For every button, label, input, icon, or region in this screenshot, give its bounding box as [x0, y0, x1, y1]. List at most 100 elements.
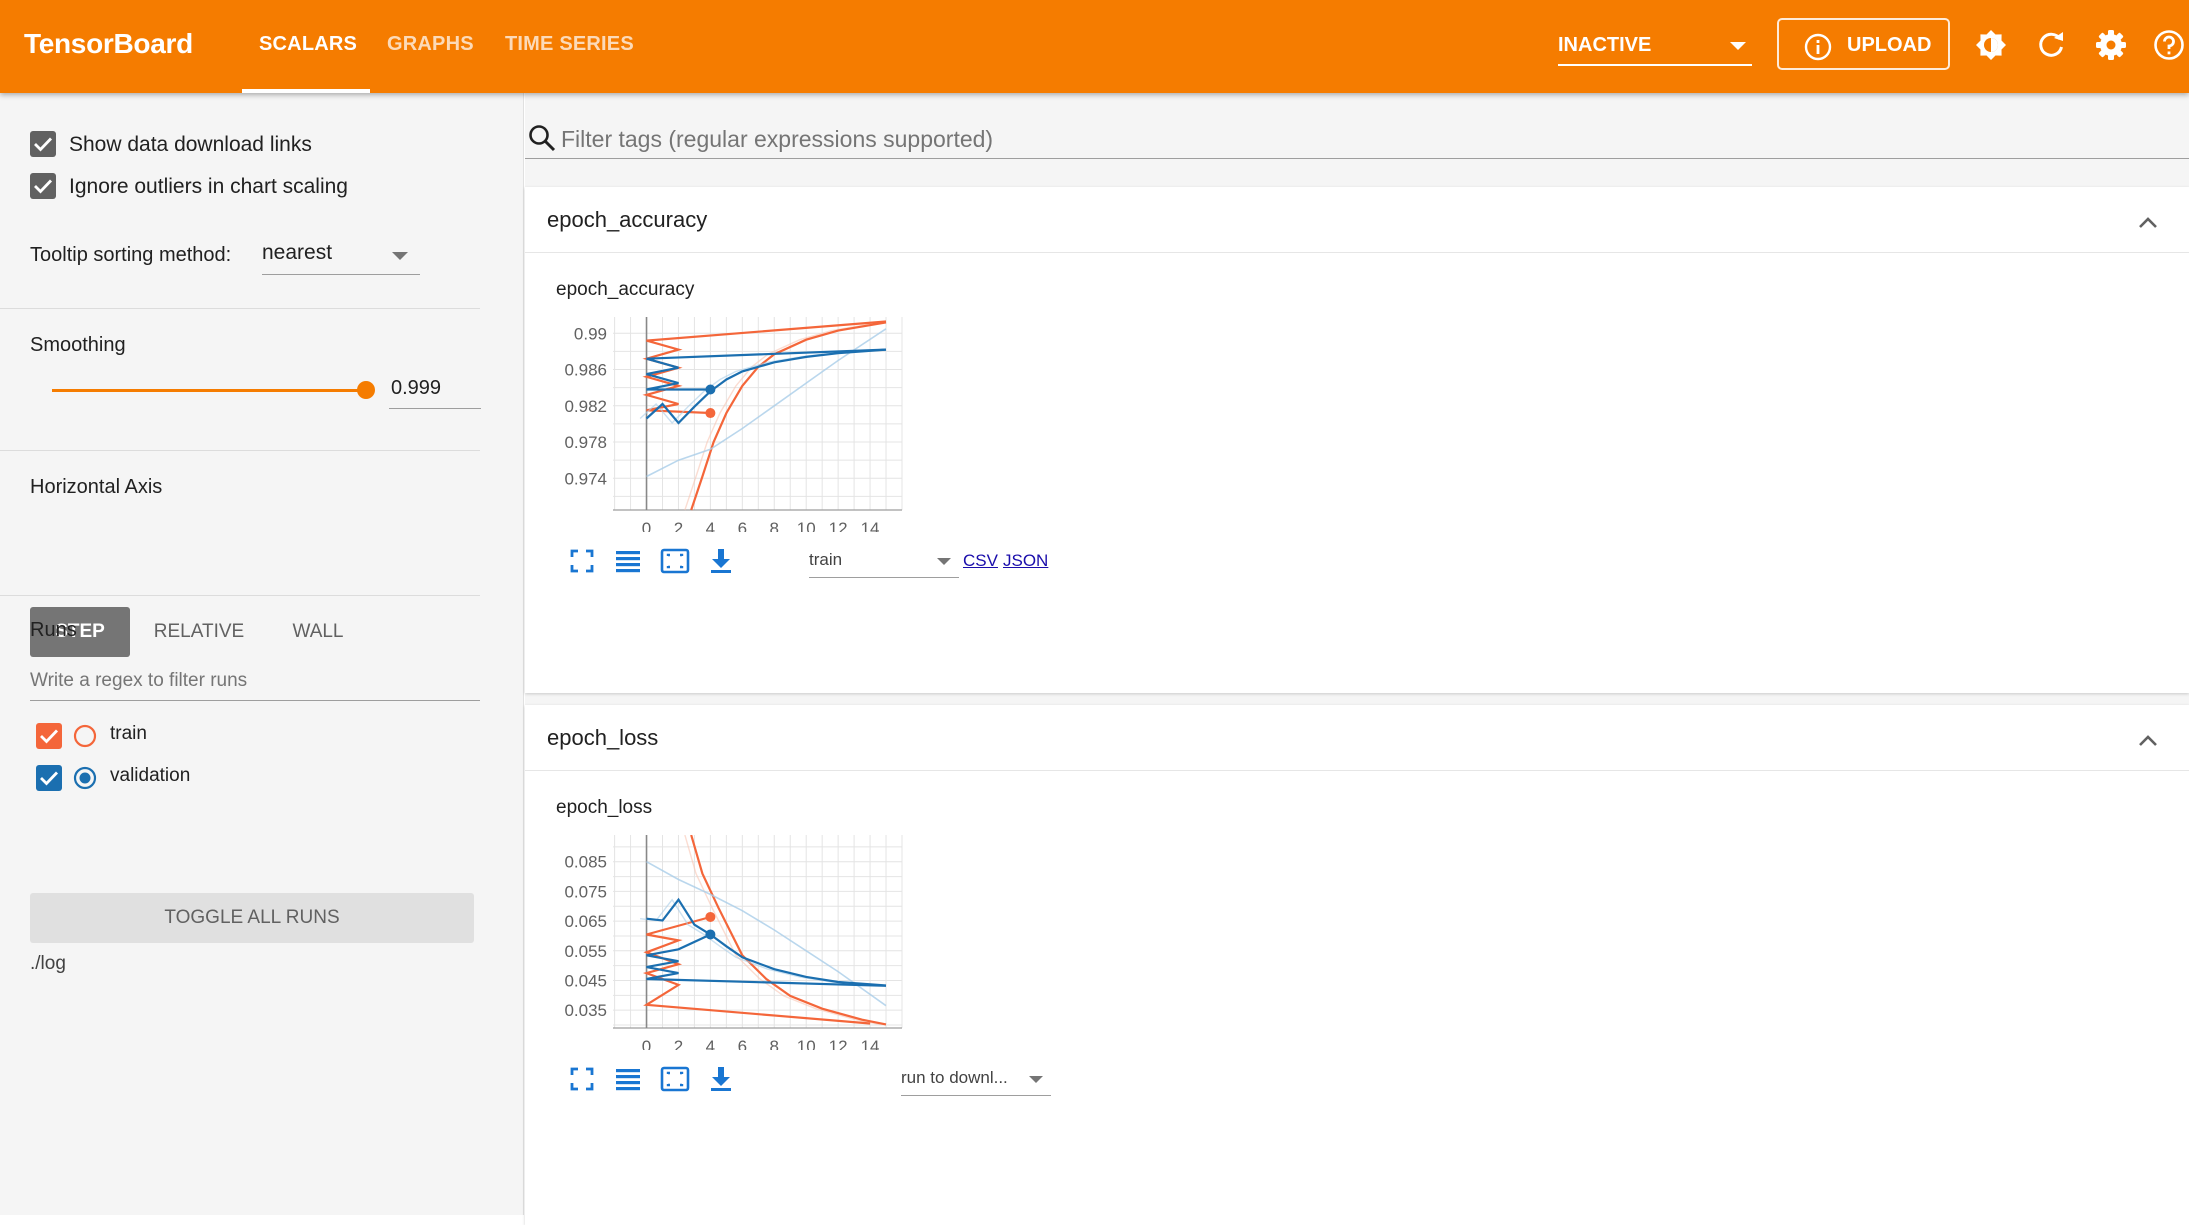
download-csv-link[interactable]: CSV: [963, 551, 998, 571]
chart-title: epoch_accuracy: [556, 279, 695, 300]
series-validation-point: [705, 384, 716, 395]
help-icon[interactable]: [2152, 28, 2186, 62]
sidebar: Show data download links Ignore outliers…: [0, 93, 524, 1215]
run-validation-label: validation: [110, 765, 191, 786]
smoothing-slider[interactable]: [52, 379, 378, 401]
smoothing-value-input[interactable]: 0.999: [389, 369, 481, 409]
x-tick-label: 6: [738, 519, 747, 532]
x-tick-label: 0: [642, 519, 651, 532]
y-tick-label: 0.035: [564, 1001, 607, 1020]
divider: [0, 595, 480, 596]
smoothing-value: 0.999: [391, 377, 442, 399]
download-json-link[interactable]: JSON: [1003, 551, 1048, 571]
app-brand: TensorBoard: [24, 28, 193, 59]
tag-filter[interactable]: Filter tags (regular expressions support…: [525, 115, 2189, 159]
tooltip-sorting-label: Tooltip sorting method:: [30, 244, 232, 266]
settings-gear-icon[interactable]: [2094, 28, 2128, 62]
download-run-select[interactable]: train: [809, 544, 959, 578]
download-icon[interactable]: [706, 546, 736, 576]
tooltip-sorting-value: nearest: [262, 241, 333, 264]
ignore-outliers-checkbox[interactable]: [30, 173, 56, 199]
x-tick-label: 10: [797, 519, 816, 532]
tab-graphs[interactable]: GRAPHS: [387, 33, 474, 56]
series-train-point: [705, 408, 716, 419]
checkmark-icon: [40, 729, 59, 744]
y-tick-label: 0.075: [564, 882, 607, 901]
top-app-bar: TensorBoard SCALARS GRAPHS TIME SERIES I…: [0, 0, 2189, 93]
dashboard-select[interactable]: INACTIVE: [1558, 24, 1752, 66]
active-tab-indicator: [242, 89, 370, 93]
accuracy-chart[interactable]: 0.974 0.978 0.982 0.986 0.99 0 2 4 6 8 10 12 14: [525, 317, 1085, 532]
fullscreen-icon[interactable]: [567, 1064, 597, 1094]
x-tick-label: 2: [674, 519, 683, 532]
run-train-checkbox[interactable]: [36, 723, 62, 749]
checkmark-icon: [34, 137, 53, 152]
axis-relative-button[interactable]: RELATIVE: [146, 607, 252, 657]
ignore-outliers-label: Ignore outliers in chart scaling: [69, 175, 348, 198]
chevron-down-icon: [937, 558, 951, 565]
download-run-value: run to downl...: [901, 1068, 1008, 1087]
series-train-line: [690, 835, 887, 1026]
download-icon[interactable]: [706, 1064, 736, 1094]
x-tick-label: 0: [642, 1037, 651, 1050]
fullscreen-icon[interactable]: [567, 546, 597, 576]
y-tick-label: 0.99: [574, 324, 607, 343]
x-tick-label: 8: [770, 1037, 779, 1050]
checkmark-icon: [40, 771, 59, 786]
category-card-loss: epoch_loss epoch_loss 0.035 0.045 0.055 0.0…: [525, 705, 2189, 1225]
toggle-log-scale-icon[interactable]: [613, 1064, 643, 1094]
fit-domain-icon[interactable]: [660, 546, 690, 576]
series-validation-point: [705, 929, 716, 940]
x-tick-label: 10: [797, 1037, 816, 1050]
upload-button[interactable]: UPLOAD: [1777, 18, 1950, 70]
toggle-log-scale-icon[interactable]: [613, 546, 643, 576]
slider-thumb[interactable]: [357, 381, 375, 399]
y-tick-label: 0.045: [564, 971, 607, 990]
y-tick-label: 0.978: [564, 433, 607, 452]
series-validation-line: [646, 897, 887, 987]
refresh-icon[interactable]: [2034, 28, 2068, 62]
horizontal-axis-label: Horizontal Axis: [30, 476, 163, 498]
brightness-icon[interactable]: [1974, 28, 2008, 62]
x-tick-label: 14: [861, 1037, 880, 1050]
y-tick-label: 0.982: [564, 397, 607, 416]
tag-filter-placeholder: Filter tags (regular expressions support…: [561, 126, 994, 152]
divider: [0, 450, 480, 451]
run-validation-color-radio[interactable]: [73, 766, 97, 790]
runs-filter-input[interactable]: [30, 661, 480, 701]
x-tick-label: 6: [738, 1037, 747, 1050]
log-dir-label: ./log: [30, 953, 66, 974]
tab-time-series[interactable]: TIME SERIES: [505, 33, 634, 56]
card-title: epoch_accuracy: [547, 207, 708, 232]
smoothing-label: Smoothing: [30, 334, 126, 356]
chevron-up-icon[interactable]: [2137, 215, 2159, 229]
upload-button-label: UPLOAD: [1847, 34, 1932, 56]
chevron-down-icon: [1730, 42, 1746, 50]
chevron-up-icon[interactable]: [2137, 733, 2159, 747]
x-tick-label: 4: [706, 1037, 715, 1050]
card-header[interactable]: epoch_loss: [525, 705, 2189, 771]
y-tick-label: 0.065: [564, 912, 607, 931]
toggle-all-runs-button[interactable]: TOGGLE ALL RUNS: [30, 893, 474, 943]
tooltip-sorting-select[interactable]: nearest: [262, 231, 420, 275]
slider-track: [52, 389, 366, 392]
run-train-label: train: [110, 723, 147, 744]
loss-chart[interactable]: 0.035 0.045 0.055 0.065 0.075 0.085 0 2 4 6 8 10 12 1…: [525, 835, 1085, 1050]
download-run-select[interactable]: run to downl...: [901, 1062, 1051, 1096]
info-icon: [1804, 33, 1832, 61]
axis-wall-button[interactable]: WALL: [276, 607, 360, 657]
search-icon: [529, 125, 556, 152]
run-train-color-radio[interactable]: [73, 724, 97, 748]
show-download-links-checkbox[interactable]: [30, 131, 56, 157]
y-tick-label: 0.974: [564, 469, 607, 488]
y-tick-label: 0.986: [564, 361, 607, 380]
run-validation-checkbox[interactable]: [36, 765, 62, 791]
show-download-links-label: Show data download links: [69, 133, 312, 156]
chart-title: epoch_loss: [556, 797, 653, 818]
card-header[interactable]: epoch_accuracy: [525, 187, 2189, 253]
fit-domain-icon[interactable]: [660, 1064, 690, 1094]
series-train-point: [705, 911, 716, 922]
card-title: epoch_loss: [547, 725, 659, 750]
tab-scalars[interactable]: SCALARS: [259, 33, 357, 56]
y-tick-label: 0.055: [564, 942, 607, 961]
